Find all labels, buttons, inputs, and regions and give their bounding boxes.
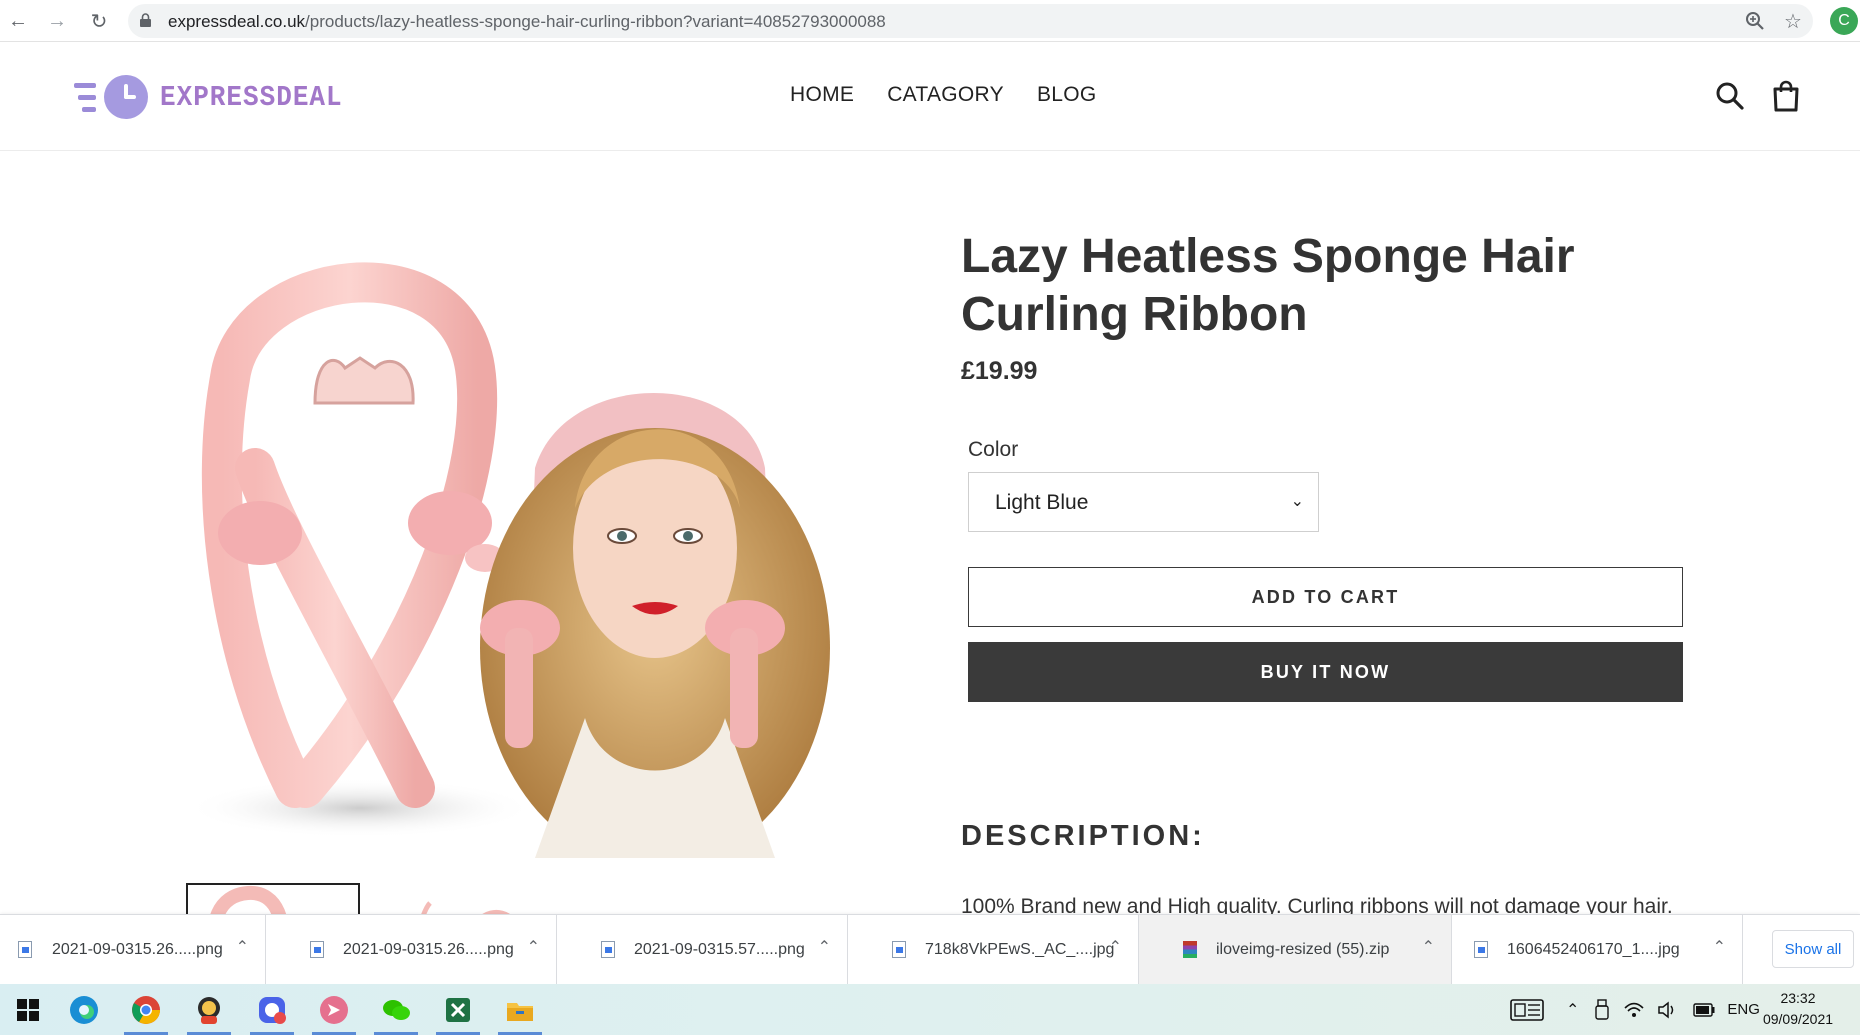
nav-blog[interactable]: BLOG <box>1037 83 1097 107</box>
wechat-icon[interactable] <box>368 984 424 1035</box>
download-filename: 718k8VkPEwS._AC_....jpg <box>925 941 1115 958</box>
download-item[interactable]: iloveimg-resized (55).zip ⌃ <box>1139 915 1452 985</box>
app-icon-3[interactable] <box>306 984 362 1035</box>
back-icon[interactable]: ← <box>3 6 33 36</box>
download-filename: iloveimg-resized (55).zip <box>1216 941 1390 958</box>
download-item[interactable]: 2021-09-0315.26.....png ⌃ <box>0 915 266 985</box>
download-filename: 2021-09-0315.26.....png <box>343 941 514 958</box>
zoom-icon[interactable] <box>1744 10 1766 32</box>
battery-icon[interactable] <box>1693 1002 1715 1017</box>
chevron-up-icon[interactable]: ⌃ <box>1566 1000 1579 1020</box>
main-nav: HOME CATAGORY BLOG <box>790 83 1097 107</box>
windows-taskbar: ⌃ ENG 23:32 09/09/2021 <box>0 984 1860 1035</box>
add-to-cart-button[interactable]: ADD TO CART <box>968 567 1683 627</box>
search-icon[interactable] <box>1713 79 1747 113</box>
show-all-button[interactable]: Show all <box>1772 930 1854 968</box>
usb-icon[interactable] <box>1595 998 1610 1021</box>
wifi-icon[interactable] <box>1623 1000 1645 1020</box>
download-filename: 1606452406170_1....jpg <box>1507 941 1680 958</box>
download-item[interactable]: 2021-09-0315.26.....png ⌃ <box>266 915 557 985</box>
windows-start-icon[interactable] <box>0 984 56 1035</box>
image-file-icon <box>892 941 906 958</box>
file-explorer-icon[interactable] <box>492 984 548 1035</box>
description-heading: DESCRIPTION: <box>961 820 1205 852</box>
clock-time: 23:32 <box>1780 990 1816 1006</box>
product-title: Lazy Heatless Sponge Hair Curling Ribbon <box>961 230 1575 341</box>
download-item[interactable]: 1606452406170_1....jpg ⌃ <box>1452 915 1743 985</box>
chevron-up-icon[interactable]: ⌃ <box>1422 937 1435 957</box>
color-select[interactable]: Light Blue ⌄ <box>968 472 1319 532</box>
clock-date: 09/09/2021 <box>1762 1011 1834 1027</box>
downloads-bar: 2021-09-0315.26.....png ⌃ 2021-09-0315.2… <box>0 914 1860 985</box>
color-label: Color <box>968 438 1019 461</box>
zip-file-icon <box>1183 941 1197 958</box>
browser-toolbar: ← → ↻ expressdeal.co.uk/products/lazy-he… <box>0 0 1860 42</box>
site-header: EXPRESSDEAL HOME CATAGORY BLOG <box>0 43 1860 151</box>
edge-icon[interactable] <box>56 984 112 1035</box>
system-tray: ⌃ ENG <box>1510 984 1760 1035</box>
image-file-icon <box>1474 941 1488 958</box>
reload-icon[interactable]: ↻ <box>84 6 114 36</box>
excel-icon[interactable] <box>430 984 486 1035</box>
address-bar[interactable]: expressdeal.co.uk/products/lazy-heatless… <box>128 4 1813 38</box>
download-filename: 2021-09-0315.57.....png <box>634 941 805 958</box>
forward-icon[interactable]: → <box>42 6 72 36</box>
url-text[interactable]: expressdeal.co.uk/products/lazy-heatless… <box>168 12 886 32</box>
nav-category[interactable]: CATAGORY <box>887 83 1004 107</box>
nav-home[interactable]: HOME <box>790 83 854 107</box>
download-item[interactable]: 718k8VkPEwS._AC_....jpg ⌃ <box>848 915 1139 985</box>
app-icon-2[interactable] <box>244 984 300 1035</box>
star-icon[interactable]: ☆ <box>1782 10 1804 33</box>
download-filename: 2021-09-0315.26.....png <box>52 941 223 958</box>
product-price: £19.99 <box>961 357 1038 385</box>
logo-lines-icon <box>74 77 98 117</box>
logo-text: EXPRESSDEAL <box>160 80 343 114</box>
chevron-up-icon[interactable]: ⌃ <box>1713 937 1726 957</box>
chevron-up-icon[interactable]: ⌃ <box>818 937 831 957</box>
chevron-up-icon[interactable]: ⌃ <box>527 937 540 957</box>
chrome-icon[interactable] <box>118 984 174 1035</box>
download-item[interactable]: 2021-09-0315.57.....png ⌃ <box>557 915 848 985</box>
chevron-up-icon[interactable]: ⌃ <box>1109 937 1122 957</box>
app-icon-1[interactable] <box>181 984 237 1035</box>
product-image[interactable] <box>185 228 920 858</box>
image-file-icon <box>310 941 324 958</box>
buy-it-now-button[interactable]: BUY IT NOW <box>968 642 1683 702</box>
cart-icon[interactable] <box>1769 79 1803 113</box>
chevron-down-icon: ⌄ <box>1290 493 1304 510</box>
taskbar-clock[interactable]: 23:32 09/09/2021 <box>1756 988 1840 1030</box>
chevron-up-icon[interactable]: ⌃ <box>236 937 249 957</box>
url-host: expressdeal.co.uk <box>168 12 306 31</box>
keyboard-icon[interactable] <box>1510 998 1544 1021</box>
volume-icon[interactable] <box>1657 1000 1679 1020</box>
profile-avatar[interactable]: C <box>1830 7 1858 35</box>
site-logo[interactable]: EXPRESSDEAL <box>74 74 343 120</box>
clock-icon <box>104 75 148 119</box>
url-path: /products/lazy-heatless-sponge-hair-curl… <box>305 12 886 31</box>
image-file-icon <box>18 941 32 958</box>
color-select-value: Light Blue <box>995 491 1089 514</box>
image-file-icon <box>601 941 615 958</box>
lock-icon[interactable] <box>140 13 151 27</box>
